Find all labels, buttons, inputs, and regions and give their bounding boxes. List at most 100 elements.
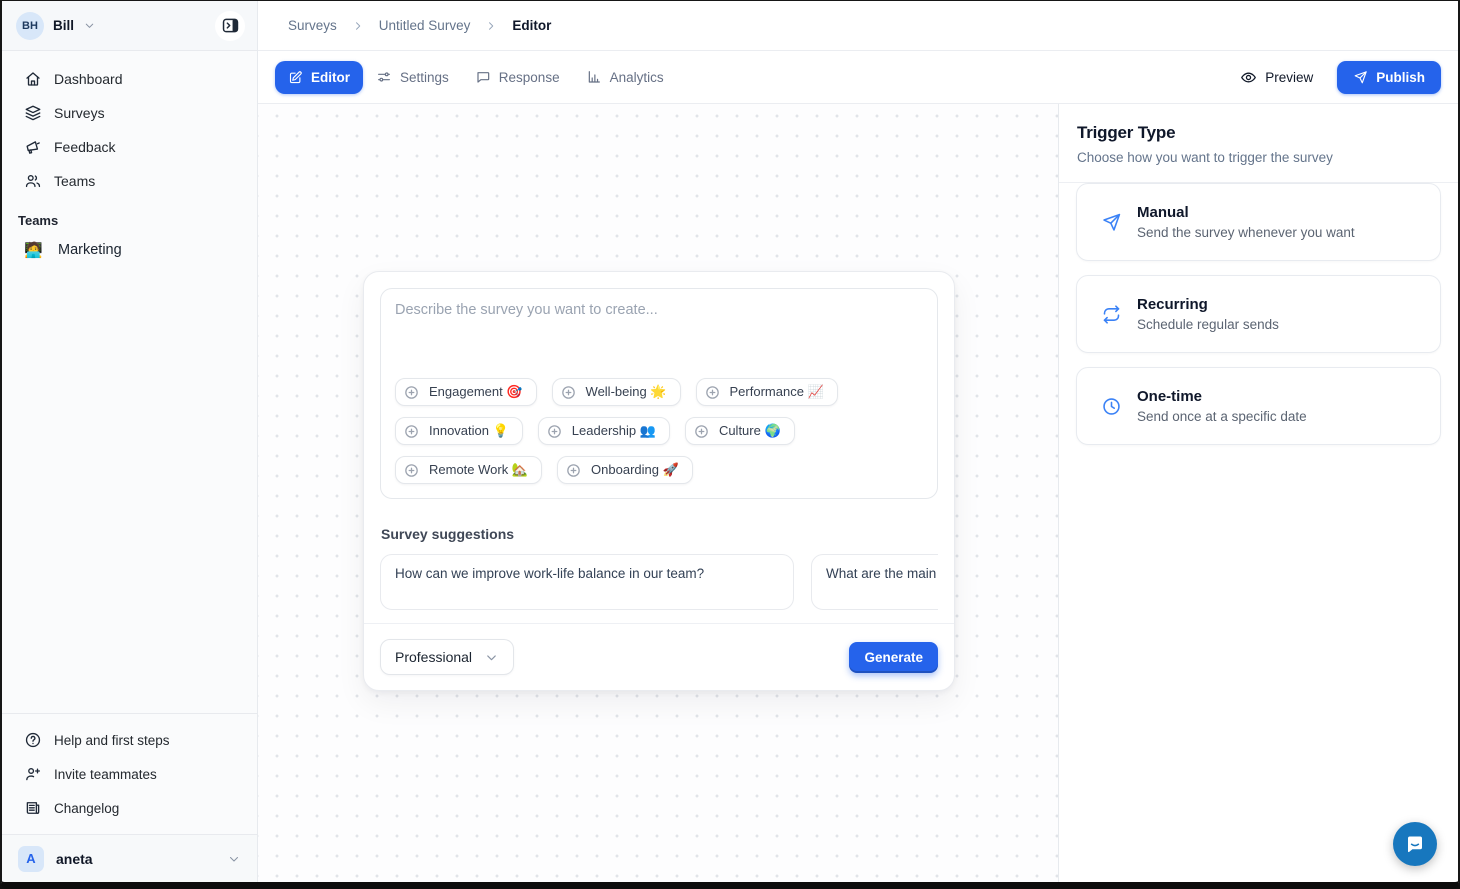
- chip-performance[interactable]: Performance 📈: [696, 378, 838, 406]
- sidebar-item-help[interactable]: Help and first steps: [14, 724, 245, 756]
- sidebar-item-invite[interactable]: Invite teammates: [14, 758, 245, 790]
- trigger-option-one-time[interactable]: One-time Send once at a specific date: [1076, 367, 1441, 445]
- plus-circle-icon: [403, 462, 420, 479]
- sidebar-item-label: Invite teammates: [54, 767, 157, 782]
- chip-leadership[interactable]: Leadership 👥: [538, 417, 670, 445]
- chevron-right-icon: [352, 20, 364, 32]
- chip-label: Engagement 🎯: [429, 384, 523, 400]
- prompt-composer: Engagement 🎯 Well-being 🌟 Performance 📈: [380, 288, 938, 499]
- sidebar-item-changelog[interactable]: Changelog: [14, 792, 245, 824]
- tab-settings[interactable]: Settings: [363, 60, 462, 94]
- sidebar-collapse-button[interactable]: [215, 11, 245, 41]
- user-plus-icon: [24, 765, 42, 783]
- chat-bubble-icon: [475, 69, 491, 85]
- sidebar-item-label: Dashboard: [54, 71, 123, 87]
- publish-button[interactable]: Publish: [1337, 61, 1441, 94]
- tone-select[interactable]: Professional: [380, 639, 514, 675]
- user-avatar: A: [18, 846, 44, 872]
- help-circle-icon: [24, 731, 42, 749]
- chevron-down-icon: [484, 650, 499, 665]
- trigger-option-text: One-time Send once at a specific date: [1137, 388, 1307, 424]
- trigger-option-title: Manual: [1137, 204, 1355, 221]
- trigger-option-description: Send once at a specific date: [1137, 409, 1307, 424]
- plus-circle-icon: [403, 423, 420, 440]
- preview-label: Preview: [1265, 70, 1313, 85]
- editor-canvas[interactable]: Engagement 🎯 Well-being 🌟 Performance 📈: [258, 104, 1058, 882]
- home-icon: [24, 70, 42, 88]
- breadcrumb-surveys[interactable]: Surveys: [288, 18, 337, 33]
- sidebar-item-label: Help and first steps: [54, 733, 170, 748]
- team-label: Marketing: [58, 242, 122, 258]
- trigger-option-title: Recurring: [1137, 296, 1279, 313]
- trigger-option-title: One-time: [1137, 388, 1307, 405]
- chip-label: Innovation 💡: [429, 423, 509, 439]
- plus-circle-icon: [546, 423, 563, 440]
- chip-onboarding[interactable]: Onboarding 🚀: [557, 456, 693, 484]
- breadcrumb-survey-name[interactable]: Untitled Survey: [379, 18, 471, 33]
- survey-prompt-input[interactable]: [395, 302, 923, 368]
- trigger-option-manual[interactable]: Manual Send the survey whenever you want: [1076, 183, 1441, 261]
- sidebar-item-label: Changelog: [54, 801, 119, 816]
- workspace-switcher[interactable]: BH Bill: [2, 1, 257, 51]
- layers-icon: [24, 104, 42, 122]
- chip-engagement[interactable]: Engagement 🎯: [395, 378, 537, 406]
- pencil-square-icon: [288, 70, 303, 85]
- chip-remote-work[interactable]: Remote Work 🏡: [395, 456, 542, 484]
- account-menu[interactable]: A aneta: [2, 834, 257, 882]
- trigger-option-description: Schedule regular sends: [1137, 317, 1279, 332]
- sidebar-spacer: [2, 266, 257, 713]
- tab-label: Editor: [311, 70, 350, 85]
- generate-button[interactable]: Generate: [849, 642, 938, 673]
- tone-selected-value: Professional: [395, 649, 472, 665]
- repeat-icon: [1101, 304, 1122, 325]
- suggestions-row: How can we improve work-life balance in …: [380, 554, 938, 610]
- tab-label: Analytics: [610, 70, 664, 85]
- tab-editor[interactable]: Editor: [275, 61, 363, 94]
- sidebar-item-surveys[interactable]: Surveys: [14, 97, 245, 129]
- chevron-right-icon: [485, 20, 497, 32]
- newspaper-icon: [24, 799, 42, 817]
- content-row: Engagement 🎯 Well-being 🌟 Performance 📈: [258, 104, 1458, 882]
- suggestions-title: Survey suggestions: [381, 526, 937, 542]
- workspace-name: Bill: [53, 18, 74, 33]
- trigger-type-panel: Trigger Type Choose how you want to trig…: [1058, 104, 1458, 882]
- suggestion-card[interactable]: How can we improve work-life balance in …: [380, 554, 794, 610]
- chevron-down-icon: [227, 852, 241, 866]
- preview-button[interactable]: Preview: [1240, 69, 1313, 86]
- user-name: aneta: [56, 851, 93, 867]
- chip-innovation[interactable]: Innovation 💡: [395, 417, 523, 445]
- trigger-option-recurring[interactable]: Recurring Schedule regular sends: [1076, 275, 1441, 353]
- sidebar-nav: Dashboard Surveys Feedback Teams: [2, 51, 257, 197]
- clock-icon: [1101, 396, 1122, 417]
- sidebar-item-team-marketing[interactable]: 🧑‍💻 Marketing: [14, 234, 245, 266]
- toolbar-actions: Preview Publish: [1240, 61, 1441, 94]
- chip-label: Leadership 👥: [572, 423, 656, 439]
- teams-section-label: Teams: [18, 213, 241, 228]
- suggestion-card[interactable]: What are the main ob: [811, 554, 938, 610]
- generator-footer: Professional Generate: [364, 623, 954, 690]
- tab-response[interactable]: Response: [462, 60, 573, 94]
- tab-label: Settings: [400, 70, 449, 85]
- editor-toolbar: Editor Settings Response Analytics: [258, 51, 1458, 104]
- sidebar-item-feedback[interactable]: Feedback: [14, 131, 245, 163]
- tab-analytics[interactable]: Analytics: [573, 60, 677, 94]
- sliders-icon: [376, 69, 392, 85]
- sidebar-item-teams[interactable]: Teams: [14, 165, 245, 197]
- sidebar: BH Bill Dashboard: [2, 1, 258, 882]
- chip-label: Onboarding 🚀: [591, 462, 679, 478]
- chip-label: Well-being 🌟: [586, 384, 667, 400]
- chip-culture[interactable]: Culture 🌍: [685, 417, 795, 445]
- trigger-option-text: Manual Send the survey whenever you want: [1137, 204, 1355, 240]
- trigger-option-text: Recurring Schedule regular sends: [1137, 296, 1279, 332]
- plus-circle-icon: [560, 384, 577, 401]
- team-emoji: 🧑‍💻: [24, 241, 42, 259]
- send-icon: [1101, 212, 1122, 233]
- bar-chart-icon: [586, 69, 602, 85]
- app-window: BH Bill Dashboard: [0, 0, 1460, 889]
- eye-icon: [1240, 69, 1257, 86]
- chip-well-being[interactable]: Well-being 🌟: [552, 378, 681, 406]
- plus-circle-icon: [704, 384, 721, 401]
- breadcrumb: Surveys Untitled Survey Editor: [258, 1, 1458, 51]
- chat-launcher-button[interactable]: [1393, 822, 1437, 866]
- sidebar-item-dashboard[interactable]: Dashboard: [14, 63, 245, 95]
